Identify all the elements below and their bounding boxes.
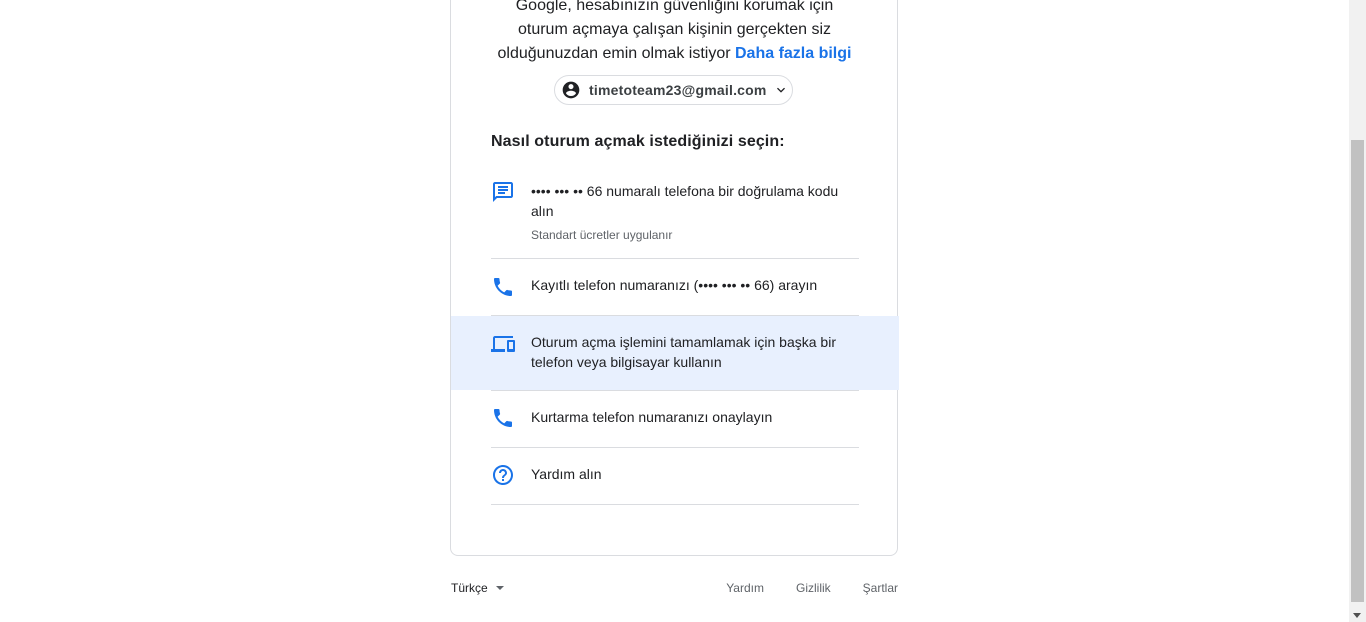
option-other-device[interactable]: Oturum açma işlemini tamamlamak için baş… <box>451 316 899 390</box>
option-recovery-phone[interactable]: Kurtarma telefon numaranızı onaylayın <box>451 391 899 447</box>
footer-link-privacy[interactable]: Gizlilik <box>796 581 831 595</box>
account-email: timetoteam23@gmail.com <box>589 82 767 98</box>
account-circle-icon <box>561 80 581 100</box>
chevron-down-icon <box>773 82 789 98</box>
option-call-label: Kayıtlı telefon numaranızı (•••• ••• •• … <box>531 277 818 293</box>
learn-more-link[interactable]: Daha fazla bilgi <box>735 45 851 62</box>
scroll-down-arrow-icon[interactable] <box>1353 613 1361 618</box>
option-sms-note: Standart ücretler uygulanır <box>531 228 673 242</box>
intro-line-3: olduğunuzdan emin olmak istiyor Daha faz… <box>450 42 899 66</box>
option-other-device-label: Oturum açma işlemini tamamlamak için baş… <box>531 334 836 370</box>
option-call-phone[interactable]: Kayıtlı telefon numaranızı (•••• ••• •• … <box>451 259 899 315</box>
dropdown-caret-icon <box>495 586 504 590</box>
phone-icon <box>491 406 515 430</box>
help-icon <box>491 463 515 487</box>
page: Google, hesabınızın güvenliğini korumak … <box>0 0 1366 622</box>
language-selector[interactable]: Türkçe <box>451 581 504 595</box>
intro-text: Google, hesabınızın güvenliğini korumak … <box>450 0 899 66</box>
phone-icon <box>491 275 515 299</box>
intro-line-3-text: olduğunuzdan emin olmak istiyor <box>497 45 731 62</box>
scrollbar-thumb[interactable] <box>1351 140 1364 602</box>
footer-link-terms[interactable]: Şartlar <box>863 581 898 595</box>
devices-icon <box>491 332 515 356</box>
option-sms-text: •••• ••• •• 66 numaralı telefona bir doğ… <box>531 181 851 243</box>
intro-line-1: Google, hesabınızın güvenliğini korumak … <box>515 0 834 14</box>
divider <box>491 504 859 505</box>
option-recovery-label: Kurtarma telefon numaranızı onaylayın <box>531 409 773 425</box>
option-sms-code[interactable]: •••• ••• •• 66 numaralı telefona bir doğ… <box>451 168 899 258</box>
option-help-label: Yardım alın <box>531 466 602 482</box>
account-chip[interactable]: timetoteam23@gmail.com <box>554 75 793 105</box>
option-sms-label: •••• ••• •• 66 numaralı telefona bir doğ… <box>531 183 839 219</box>
intro-line-2: oturum açmaya çalışan kişinin gerçekten … <box>517 21 832 38</box>
option-get-help[interactable]: Yardım alın <box>451 448 899 504</box>
sms-icon <box>491 180 515 204</box>
language-label: Türkçe <box>451 581 488 595</box>
options-heading: Nasıl oturum açmak istediğinizi seçin: <box>491 133 785 150</box>
footer-link-help[interactable]: Yardım <box>726 581 764 595</box>
vertical-scrollbar[interactable] <box>1349 0 1366 622</box>
footer-links: Yardım Gizlilik Şartlar <box>726 581 898 595</box>
